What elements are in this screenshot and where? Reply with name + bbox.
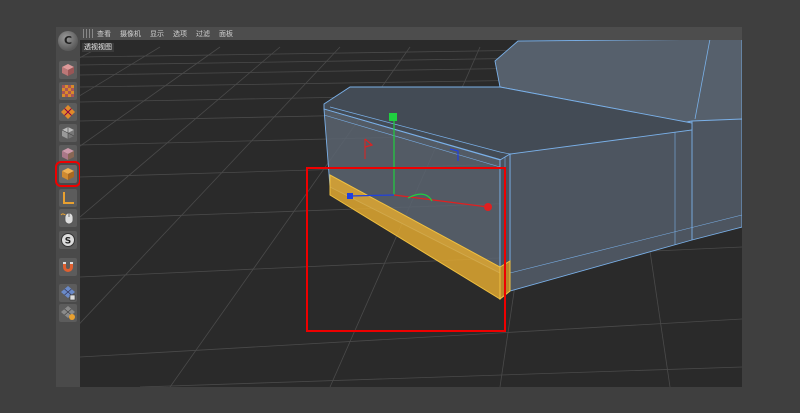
snap-s-icon[interactable]: S xyxy=(59,231,77,249)
selection-highlight-box xyxy=(306,167,506,332)
menu-view[interactable]: 查看 xyxy=(97,29,111,39)
menu-options[interactable]: 选项 xyxy=(173,29,187,39)
tool-palette: C S xyxy=(55,27,81,387)
y-axis-handle[interactable] xyxy=(389,113,397,121)
viewport-menubar: 查看 摄像机 显示 选项 过滤 面板 xyxy=(80,27,742,40)
workplane-icon[interactable] xyxy=(59,304,77,322)
cube-tool-icon[interactable] xyxy=(59,61,77,79)
model-mode-icon[interactable] xyxy=(55,161,81,187)
app-logo-icon: C xyxy=(58,31,78,51)
menu-camera[interactable]: 摄像机 xyxy=(120,29,141,39)
cinema4d-window: C S 查看 摄像机 显示 选项 过滤 面板 透视视图 xyxy=(55,27,742,387)
mouse-icon[interactable] xyxy=(59,209,77,227)
polygon-mesh-icon[interactable] xyxy=(59,103,77,121)
lock-grid-icon[interactable] xyxy=(59,284,77,302)
svg-text:S: S xyxy=(65,236,71,246)
perspective-viewport[interactable]: 查看 摄像机 显示 选项 过滤 面板 透视视图 xyxy=(80,27,742,387)
object-mode-icon[interactable] xyxy=(59,124,77,142)
menu-display[interactable]: 显示 xyxy=(150,29,164,39)
magnet-icon[interactable] xyxy=(59,258,77,276)
checker-plane-icon[interactable] xyxy=(59,82,77,100)
menu-grip-icon[interactable] xyxy=(83,29,93,38)
menu-filter[interactable]: 过滤 xyxy=(196,29,210,39)
menu-panel[interactable]: 面板 xyxy=(219,29,233,39)
points-mode-icon[interactable] xyxy=(59,145,77,163)
viewport-label: 透视视图 xyxy=(82,43,114,52)
edge-tool-icon[interactable] xyxy=(59,189,77,207)
